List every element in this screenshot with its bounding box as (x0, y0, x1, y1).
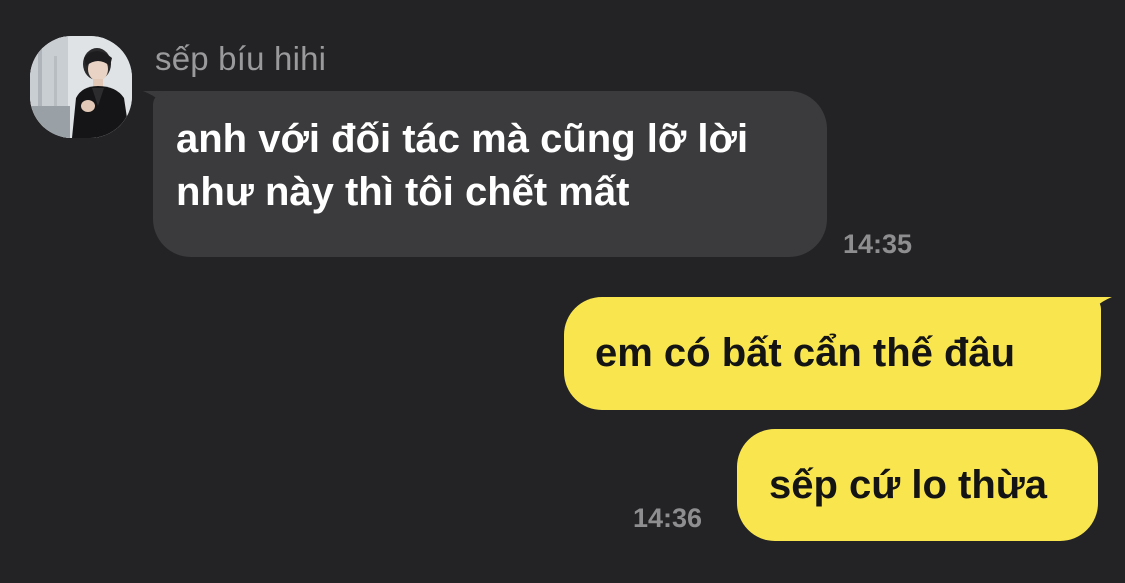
outgoing-message-bubble[interactable]: em có bất cẩn thế đâu (564, 297, 1101, 410)
sender-name: sếp bíu hihi (155, 40, 327, 77)
avatar-photo (30, 36, 132, 138)
incoming-message-line-1: anh với đối tác mà cũng lỡ lời (176, 117, 749, 161)
incoming-message-bubble[interactable]: anh với đối tác mà cũng lỡ lời như này t… (153, 91, 827, 257)
outgoing-message-text: sếp cứ lo thừa (769, 463, 1047, 507)
message-timestamp: 14:35 (843, 229, 913, 259)
message-timestamp: 14:36 (633, 503, 703, 533)
outgoing-message-text: em có bất cẩn thế đâu (595, 331, 1016, 375)
outgoing-message-bubble[interactable]: sếp cứ lo thừa (737, 429, 1098, 541)
sender-avatar[interactable] (30, 36, 132, 138)
incoming-message-line-2: như này thì tôi chết mất (176, 170, 630, 214)
